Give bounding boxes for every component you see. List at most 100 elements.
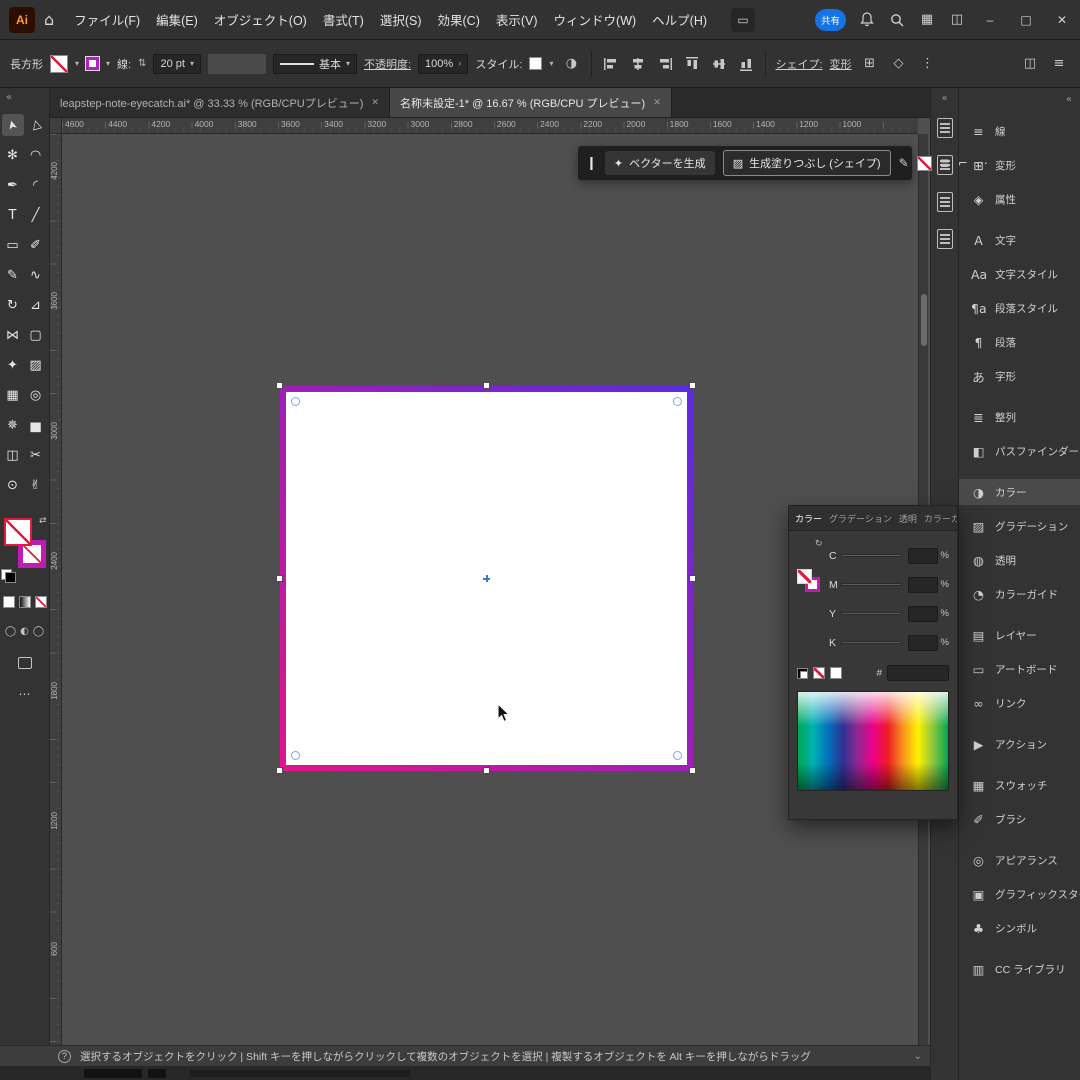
isolate-object-icon[interactable]: ◇	[888, 53, 910, 75]
corner-widget-se[interactable]	[673, 751, 682, 760]
collapse-toolbar-icon[interactable]: «	[0, 88, 49, 114]
app-logo[interactable]: Ai	[9, 7, 35, 33]
selection-handle-w[interactable]	[276, 575, 283, 582]
panel-tab-symbols[interactable]: ♣シンボル	[959, 915, 1080, 941]
lasso-tool[interactable]: ◠	[25, 144, 47, 166]
fill-chevron-icon[interactable]: ▾	[75, 59, 79, 68]
panel-tab-brushes[interactable]: ✐ブラシ	[959, 806, 1080, 832]
draw-normal-icon[interactable]: ◯	[5, 626, 16, 637]
object-center-point[interactable]	[483, 575, 490, 582]
style-chevron-icon[interactable]: ▾	[549, 59, 553, 68]
help-icon[interactable]: ?	[58, 1050, 71, 1063]
panel-tab-graphic-styles[interactable]: ▣グラフィックスタイル	[959, 881, 1080, 907]
mesh-tool[interactable]: ▦	[2, 384, 24, 406]
menu-effect[interactable]: 効果(C)	[430, 6, 488, 33]
transform-link[interactable]: 変形	[830, 56, 852, 72]
shaper-tool[interactable]: ∿	[25, 264, 47, 286]
none-swatch[interactable]	[813, 667, 825, 679]
paintbrush-tool[interactable]: ✐	[25, 234, 47, 256]
yellow-value-field[interactable]	[908, 606, 938, 622]
opacity-link[interactable]: 不透明度:	[364, 56, 411, 72]
free-transform-tool[interactable]: ▢	[25, 324, 47, 346]
none-button[interactable]	[35, 596, 47, 608]
panel-tab-artboards[interactable]: ▭アートボード	[959, 656, 1080, 682]
rectangle-tool[interactable]: ▭	[2, 234, 24, 256]
menu-object[interactable]: オブジェクト(O)	[206, 6, 315, 33]
more-options-icon[interactable]: ⋮	[917, 53, 939, 75]
draw-behind-icon[interactable]: ◐	[20, 626, 29, 637]
align-center-button[interactable]	[628, 54, 648, 74]
line-segment-tool[interactable]: ╱	[25, 204, 47, 226]
gradient-tab[interactable]: グラデーション	[829, 512, 892, 525]
column-graph-tool[interactable]: ▅	[25, 414, 47, 436]
align-middle-button[interactable]	[709, 54, 729, 74]
eyedropper-tool[interactable]: ✦	[2, 354, 24, 376]
panel-tab-layers[interactable]: ▤レイヤー	[959, 622, 1080, 648]
panel-tab-stroke[interactable]: ≡線	[959, 118, 1080, 144]
brush-definition-select[interactable]: 基本 ▾	[273, 54, 357, 74]
panel-layout-icon[interactable]: ◫	[948, 11, 966, 29]
panel-tab-cc-libraries[interactable]: ▥CC ライブラリ	[959, 956, 1080, 982]
transform-options-icon[interactable]: ⊞	[859, 53, 881, 75]
menu-view[interactable]: 表示(V)	[488, 6, 546, 33]
panel-tab-color-guide[interactable]: ◔カラーガイド	[959, 581, 1080, 607]
direct-selection-tool[interactable]: ▷	[25, 114, 47, 136]
scroll-down-icon[interactable]: ⌄	[914, 1051, 922, 1062]
panel-tab-gradient[interactable]: ▨グラデーション	[959, 513, 1080, 539]
stroke-weight-select[interactable]: 20 pt ▾	[153, 54, 200, 74]
draw-icon[interactable]: ✎	[899, 156, 909, 170]
selection-handle-sw[interactable]	[276, 767, 283, 774]
magenta-value-field[interactable]	[908, 577, 938, 593]
shape-link[interactable]: シェイプ:	[775, 56, 822, 72]
scale-tool[interactable]: ⊿	[25, 294, 47, 316]
cyan-value-field[interactable]	[908, 548, 938, 564]
document-tab-1[interactable]: leapstep-note-eyecatch.ai* @ 33.33 % (RG…	[50, 88, 390, 117]
black-value-field[interactable]	[908, 635, 938, 651]
home-icon[interactable]: ⌂	[44, 10, 54, 29]
hex-input[interactable]	[887, 665, 949, 681]
corner-options-icon[interactable]: ⌐	[958, 156, 968, 170]
stroke-options-icon[interactable]: ≣	[940, 156, 950, 170]
invert-colors-icon[interactable]: ↻	[815, 539, 823, 549]
panel-tab-pathfinder[interactable]: ◧パスファインダー	[959, 438, 1080, 464]
default-fill-stroke-icon[interactable]	[1, 569, 12, 580]
align-bottom-button[interactable]	[736, 54, 756, 74]
menu-edit[interactable]: 編集(E)	[148, 6, 206, 33]
blend-tool[interactable]: ◎	[25, 384, 47, 406]
white-swatch[interactable]	[830, 667, 842, 679]
draw-inside-icon[interactable]: ◯	[33, 626, 44, 637]
align-top-button[interactable]	[682, 54, 702, 74]
yellow-slider[interactable]	[841, 612, 902, 615]
magic-wand-tool[interactable]: ✻	[2, 144, 24, 166]
opacity-select[interactable]: 100% ›	[418, 54, 468, 74]
dock-panel-icon[interactable]: ◫	[1019, 53, 1041, 75]
hand-tool[interactable]: ✌	[25, 474, 47, 496]
color-guide-tab[interactable]: カラーガイド	[924, 512, 957, 525]
curvature-tool[interactable]: ◜	[25, 174, 47, 196]
panel-tab-links[interactable]: ∞リンク	[959, 690, 1080, 716]
black-slider[interactable]	[841, 641, 902, 644]
swap-fill-stroke-icon[interactable]: ⇄	[39, 516, 47, 526]
panel-tab-paragraph[interactable]: ¶段落	[959, 329, 1080, 355]
window-maximize-button[interactable]: □	[1014, 13, 1038, 27]
generative-fill-button[interactable]: ▨ 生成塗りつぶし (シェイプ)	[723, 150, 891, 176]
cyan-slider[interactable]	[841, 554, 902, 557]
zoom-tool[interactable]: ⊙	[2, 474, 24, 496]
menu-select[interactable]: 選択(S)	[372, 6, 430, 33]
panel-tab-attributes[interactable]: ◈属性	[959, 186, 1080, 212]
panel-tab-swatches[interactable]: ▦スウォッチ	[959, 772, 1080, 798]
vertical-ruler[interactable]: 4200 3600 3000 2400 1800 1200 600	[50, 134, 62, 1045]
generate-vector-button[interactable]: ✦ ベクターを生成	[605, 151, 715, 175]
gradient-tool[interactable]: ▨	[25, 354, 47, 376]
panel-tab-appearance[interactable]: ◎アピアランス	[959, 847, 1080, 873]
recolor-artwork-icon[interactable]: ◑	[560, 53, 582, 75]
symbol-sprayer-tool[interactable]: ✵	[2, 414, 24, 436]
arrange-documents-icon[interactable]: ▭	[731, 8, 755, 32]
selection-handle-e[interactable]	[689, 575, 696, 582]
corner-widget-ne[interactable]	[673, 397, 682, 406]
selection-tool[interactable]: ➤	[2, 114, 24, 136]
selection-handle-n[interactable]	[483, 382, 490, 389]
scrollbar-thumb[interactable]	[921, 294, 927, 346]
artboard-tool[interactable]: ◫	[2, 444, 24, 466]
rotate-tool[interactable]: ↻	[2, 294, 24, 316]
